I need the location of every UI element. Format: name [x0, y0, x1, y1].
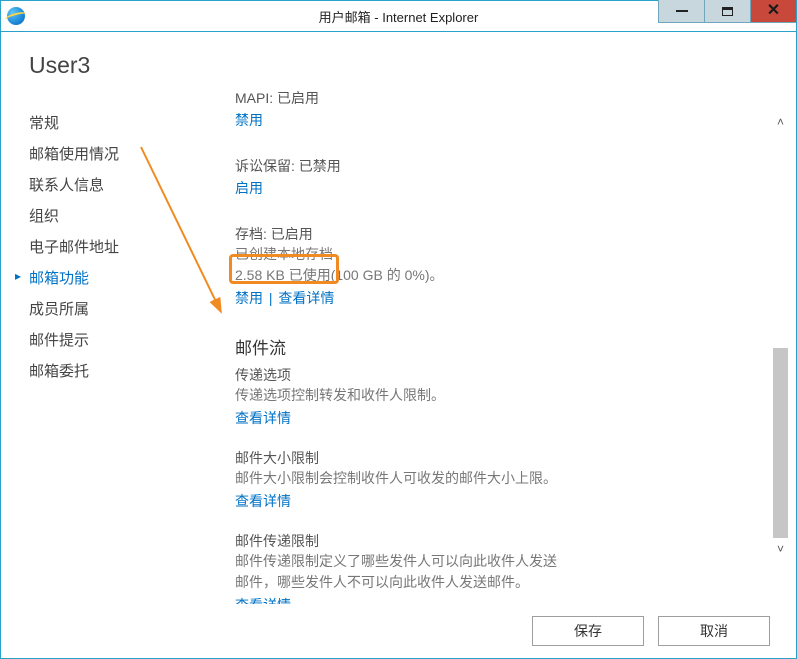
restrict-desc: 邮件传递限制定义了哪些发件人可以向此收件人发送邮件，哪些发件人不可以向此收件人发… — [235, 551, 565, 593]
save-button[interactable]: 保存 — [532, 616, 644, 646]
dialog-window: 用户邮箱 - Internet Explorer ✕ User3 常规邮箱使用情… — [0, 0, 797, 659]
sidebar-item-7[interactable]: 邮件提示 — [29, 324, 207, 355]
sidebar-item-3[interactable]: 组织 — [29, 200, 207, 231]
delivery-label: 传递选项 — [235, 365, 756, 385]
sidebar-item-5[interactable]: 邮箱功能 — [29, 262, 207, 293]
size-label: 邮件大小限制 — [235, 448, 756, 468]
restrict-details-link[interactable]: 查看详情 — [235, 595, 291, 604]
separator: | — [265, 290, 276, 306]
delivery-details-link[interactable]: 查看详情 — [235, 408, 291, 428]
litigation-status: 诉讼保留: 已禁用 — [235, 156, 756, 176]
litigation-enable-link[interactable]: 启用 — [235, 178, 263, 198]
sidebar-item-8[interactable]: 邮箱委托 — [29, 355, 207, 386]
archive-status: 存档: 已启用 — [235, 224, 756, 244]
sidebar-item-2[interactable]: 联系人信息 — [29, 169, 207, 200]
user-heading: User3 — [29, 52, 207, 79]
size-desc: 邮件大小限制会控制收件人可收发的邮件大小上限。 — [235, 468, 756, 489]
maximize-button[interactable] — [704, 0, 750, 23]
mailflow-section: 邮件流 传递选项 传递选项控制转发和收件人限制。 查看详情 邮件大小限制 邮件大… — [235, 334, 756, 604]
minimize-button[interactable] — [658, 0, 704, 23]
archive-actions: 禁用 | 查看详情 — [235, 286, 756, 308]
client-area: User3 常规邮箱使用情况联系人信息组织电子邮件地址邮箱功能成员所属邮件提示邮… — [1, 32, 796, 658]
content-area: User3 常规邮箱使用情况联系人信息组织电子邮件地址邮箱功能成员所属邮件提示邮… — [1, 32, 796, 604]
restrict-label: 邮件传递限制 — [235, 531, 756, 551]
close-button[interactable]: ✕ — [750, 0, 796, 23]
sidebar: User3 常规邮箱使用情况联系人信息组织电子邮件地址邮箱功能成员所属邮件提示邮… — [1, 32, 207, 604]
mapi-status: MAPI: 已启用 — [235, 88, 756, 108]
scroll-down-icon[interactable]: ˅ — [771, 539, 790, 558]
sidebar-item-6[interactable]: 成员所属 — [29, 293, 207, 324]
main-panel: MAPI: 已启用 禁用 诉讼保留: 已禁用 启用 存档: 已启用 已创建本地存… — [207, 32, 796, 604]
size-details-link[interactable]: 查看详情 — [235, 491, 291, 511]
sidebar-item-4[interactable]: 电子邮件地址 — [29, 231, 207, 262]
button-row: 保存 取消 — [1, 604, 796, 658]
litigation-section: 诉讼保留: 已禁用 启用 — [235, 156, 756, 198]
window-controls: ✕ — [658, 0, 796, 23]
scrollbar-thumb[interactable] — [773, 348, 788, 538]
scrollbar-bottom[interactable]: ˅ — [771, 348, 790, 558]
archive-section: 存档: 已启用 已创建本地存档 2.58 KB 已使用(100 GB 的 0%)… — [235, 224, 756, 308]
archive-line2: 2.58 KB 已使用(100 GB 的 0%)。 — [235, 265, 756, 286]
archive-line1: 已创建本地存档 — [235, 244, 756, 265]
ie-icon — [7, 7, 25, 25]
sidebar-item-1[interactable]: 邮箱使用情况 — [29, 138, 207, 169]
archive-disable-link[interactable]: 禁用 — [235, 288, 263, 308]
mapi-section: MAPI: 已启用 禁用 — [235, 88, 756, 130]
sidebar-item-0[interactable]: 常规 — [29, 107, 207, 138]
delivery-desc: 传递选项控制转发和收件人限制。 — [235, 385, 756, 406]
mailflow-title: 邮件流 — [235, 334, 756, 359]
titlebar: 用户邮箱 - Internet Explorer ✕ — [1, 1, 796, 32]
archive-details-link[interactable]: 查看详情 — [278, 288, 334, 308]
scroll-up-icon[interactable]: ˄ — [771, 112, 790, 131]
cancel-button[interactable]: 取消 — [658, 616, 770, 646]
scroll-region: MAPI: 已启用 禁用 诉讼保留: 已禁用 启用 存档: 已启用 已创建本地存… — [235, 88, 756, 604]
mapi-disable-link[interactable]: 禁用 — [235, 110, 263, 130]
scrollbar-top[interactable]: ˄ — [771, 112, 790, 132]
